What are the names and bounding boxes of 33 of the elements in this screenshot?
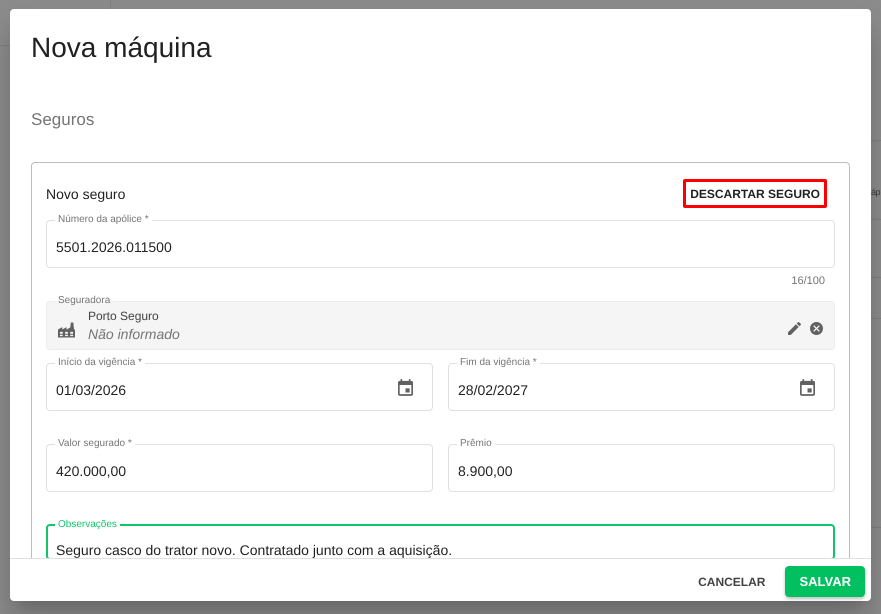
text-field[interactable]: Valor segurado * 420.000,00 — [46, 437, 433, 492]
field-value: 01/03/2026 — [56, 381, 126, 399]
section-title: Seguros — [31, 109, 94, 131]
field-value: 28/02/2027 — [458, 381, 528, 399]
card-title: Novo seguro — [46, 184, 126, 202]
field-value: 420.000,00 — [56, 462, 126, 480]
field-hint: Não informado — [88, 325, 180, 343]
dialog-title: Nova máquina — [31, 32, 212, 64]
field-label: Fim da vigência * — [459, 356, 538, 370]
field-label: Observações — [57, 518, 118, 532]
date-field[interactable]: Fim da vigência * 28/02/2027 — [448, 356, 835, 411]
text-field[interactable]: Prêmio 8.900,00 — [448, 437, 835, 492]
lookup-field[interactable]: Seguradora Porto Seguro Não informado — [46, 294, 835, 350]
field-value: 8.900,00 — [458, 462, 512, 480]
field-label: Seguradora — [57, 294, 112, 308]
field-value: Seguro casco do trator novo. Contratado junto com a aquisição. — [56, 542, 454, 558]
field-label: Início da vigência * — [57, 356, 143, 370]
clear-icon[interactable] — [810, 322, 823, 335]
text-field[interactable]: Número da apólice * 5501.2026.011500 — [46, 213, 835, 268]
field-value: Porto Seguro — [88, 309, 160, 323]
field-label: Número da apólice * — [57, 213, 150, 227]
cancel-button[interactable]: CANCELAR — [690, 566, 774, 597]
pencil-icon[interactable] — [788, 322, 801, 335]
field-label: Valor segurado * — [57, 437, 133, 451]
field-label: Prêmio — [459, 437, 493, 451]
calendar-icon[interactable] — [800, 378, 815, 396]
calendar-icon[interactable] — [398, 378, 413, 396]
factory-icon — [58, 322, 75, 338]
background-text: áp — [871, 186, 880, 198]
discard-button[interactable]: DESCARTAR SEGURO — [683, 179, 827, 208]
field-value: 5501.2026.011500 — [56, 238, 172, 256]
character-counter: 16/100 — [791, 274, 825, 288]
date-field[interactable]: Início da vigência * 01/03/2026 — [46, 356, 433, 411]
